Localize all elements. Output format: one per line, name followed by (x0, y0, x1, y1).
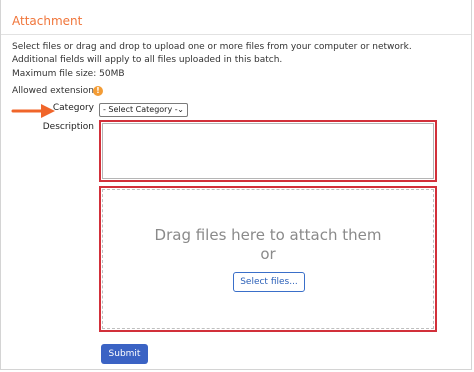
submit-button[interactable]: Submit (101, 344, 148, 364)
dropzone-text: Drag files here to attach them (154, 226, 382, 244)
info-icon[interactable]: ! (93, 86, 103, 96)
dropzone-or-text: or (260, 245, 276, 263)
file-dropzone[interactable]: Drag files here to attach them or Select… (102, 189, 434, 329)
instructions-text: Select files or drag and drop to upload … (12, 42, 412, 65)
category-select-value: - Select Category - (103, 105, 178, 114)
max-file-size-text: Maximum file size: 50MB (12, 69, 125, 79)
description-label: Description (42, 122, 94, 132)
category-select[interactable]: - Select Category - ⌄ (99, 103, 188, 117)
category-label: Category (52, 103, 94, 113)
select-files-button[interactable]: Select files... (233, 272, 305, 292)
allowed-extensions-label: Allowed extensions (12, 86, 99, 96)
description-field[interactable] (102, 123, 434, 179)
divider (1, 34, 471, 35)
attachment-panel: Attachment Select files or drag and drop… (0, 0, 472, 370)
section-title: Attachment (12, 14, 83, 28)
chevron-down-icon: ⌄ (177, 105, 184, 114)
